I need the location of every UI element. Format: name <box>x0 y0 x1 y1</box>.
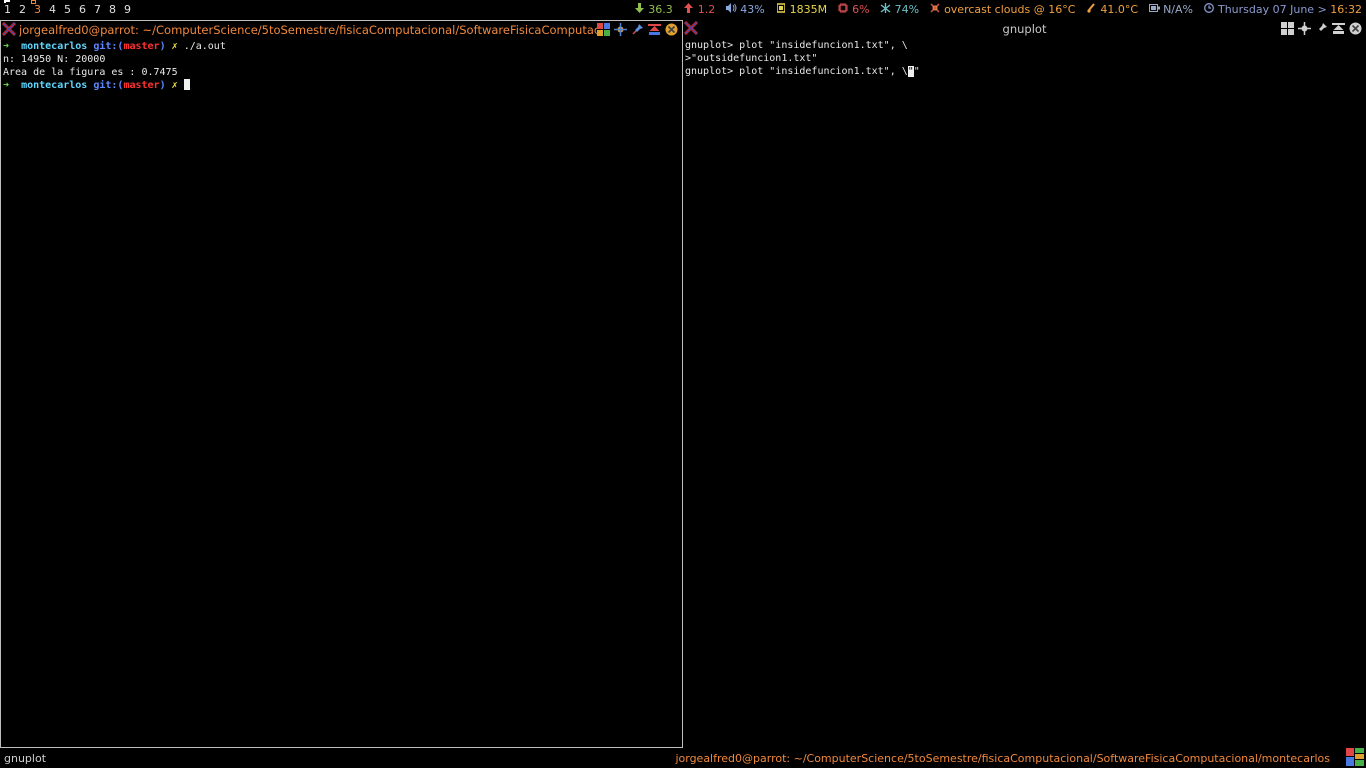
workspace-9[interactable]: 9 <box>124 3 139 16</box>
net-up-widget: 1.2 <box>683 3 716 16</box>
terminal-window-right[interactable]: gnuplot gnuplot> plot "insidefuncion1.tx… <box>683 20 1366 748</box>
maximize-icon[interactable] <box>1332 22 1345 35</box>
cpu-value: 6% <box>852 3 870 16</box>
window-titlebar[interactable]: jorgealfred0@parrot: ~/ComputerScience/5… <box>1 21 682 38</box>
workspace-7[interactable]: 7 <box>94 3 109 16</box>
pin-icon[interactable] <box>631 23 644 36</box>
terminal-cursor <box>183 79 190 90</box>
top-status-bar: 1 2 3 4 5 6 7 8 9 36.3 1.2 43% 1835M 6% … <box>0 0 1366 20</box>
cpu-icon <box>837 3 849 16</box>
battery-widget: N/A% <box>1148 3 1193 16</box>
terminal-output[interactable]: ➜ montecarlos git:(master) ✗ ./a.out n: 1… <box>3 40 226 92</box>
maximize-icon[interactable] <box>648 23 661 36</box>
terminal-line: gnuplot> plot "insidefuncion1.txt", \"" <box>685 65 920 78</box>
temperature-value: 41.0°C <box>1100 3 1139 16</box>
thermometer-icon <box>1085 3 1097 16</box>
window-titlebar[interactable]: gnuplot <box>683 20 1366 37</box>
gnuplot-input-text: gnuplot> plot "insidefuncion1.txt", \ <box>685 66 908 77</box>
focused-window-name: gnuplot <box>4 752 47 765</box>
workspace-8[interactable]: 8 <box>109 3 124 16</box>
clock-widget[interactable]: Thursday 07 June > 16:32 <box>1203 3 1362 16</box>
temperature-widget: 41.0°C <box>1085 3 1138 16</box>
upload-arrow-icon <box>683 3 695 16</box>
volume-widget[interactable]: 43% <box>725 3 765 16</box>
workspace-1[interactable]: 1 <box>4 3 19 16</box>
typed-command: ./a.out <box>183 41 226 52</box>
workspace-list: 1 2 3 4 5 6 7 8 9 <box>4 3 139 16</box>
terminal-line: gnuplot> plot "insidefuncion1.txt", \ <box>685 40 908 51</box>
bottom-status-bar: gnuplot jorgealfred0@parrot: ~/ComputerS… <box>0 748 1366 768</box>
window-title: jorgealfred0@parrot: ~/ComputerScience/5… <box>19 23 601 37</box>
prompt-dirty-mark: ✗ <box>171 80 178 91</box>
prompt-directory: montecarlos <box>21 41 88 52</box>
volume-value: 43% <box>740 3 765 16</box>
move-icon[interactable] <box>1298 22 1311 35</box>
layout-grid-icon[interactable] <box>597 23 610 36</box>
memory-widget: 1835M <box>775 3 828 16</box>
workspace-2[interactable]: 2 <box>19 3 34 16</box>
net-down-widget: 36.3 <box>633 3 673 16</box>
prompt-directory: montecarlos <box>21 80 88 91</box>
window-controls <box>1281 22 1362 35</box>
layout-grid-icon[interactable] <box>1281 22 1294 35</box>
window-controls <box>597 23 678 36</box>
pin-icon[interactable] <box>1315 22 1328 35</box>
memory-icon <box>775 3 787 16</box>
focused-window-title: jorgealfred0@parrot: ~/ComputerScience/5… <box>675 752 1330 765</box>
close-icon[interactable] <box>1349 22 1362 35</box>
window-title: gnuplot <box>1002 22 1047 36</box>
terminal-line: ➜ montecarlos git:(master) ✗ <box>3 79 226 92</box>
terminal-line: n: 14950 N: 20000 <box>3 54 106 65</box>
prompt-git-branch: master <box>123 80 160 91</box>
battery-icon <box>1148 4 1160 15</box>
speaker-icon <box>725 3 737 16</box>
gnuplot-output[interactable]: gnuplot> plot "insidefuncion1.txt", \ >"o… <box>685 39 920 78</box>
gnuplot-input-suffix: " <box>913 66 920 77</box>
prompt-arrow: ➜ <box>3 80 10 91</box>
weather-icon <box>929 3 941 16</box>
workspace-4[interactable]: 4 <box>49 3 64 16</box>
prompt-git-close: ) <box>159 41 166 52</box>
net-up-value: 1.2 <box>697 3 716 16</box>
download-arrow-icon <box>633 3 645 16</box>
net-down-value: 36.3 <box>648 3 673 16</box>
wifi-widget[interactable]: 74% <box>880 3 919 16</box>
prompt-arrow: ➜ <box>3 41 10 52</box>
wifi-value: 74% <box>894 3 920 16</box>
prompt-git-label: git:( <box>93 80 124 91</box>
prompt-dirty-mark: ✗ <box>171 41 178 52</box>
terminal-line: Area de la figura es : 0.7475 <box>3 67 178 78</box>
weather-value: overcast clouds @ 16°C <box>944 3 1076 16</box>
x-logo-icon[interactable] <box>2 22 16 36</box>
battery-value: N/A% <box>1163 3 1193 16</box>
weather-widget: overcast clouds @ 16°C <box>929 3 1075 16</box>
clock-icon <box>1203 3 1215 16</box>
terminal-line: ➜ montecarlos git:(master) ✗ ./a.out <box>3 40 226 53</box>
prompt-git-branch: master <box>123 41 160 52</box>
time-text: 16:32 <box>1330 3 1362 16</box>
date-text: Thursday 07 June > <box>1217 3 1327 16</box>
prompt-git-label: git:( <box>93 41 124 52</box>
move-icon[interactable] <box>614 23 627 36</box>
terminal-line: >"outsidefuncion1.txt" <box>685 53 818 64</box>
close-icon[interactable] <box>665 23 678 36</box>
wifi-icon <box>880 3 892 16</box>
layout-indicator-icon[interactable] <box>1346 748 1364 766</box>
workspace-3-active[interactable]: 3 <box>34 3 49 16</box>
memory-value: 1835M <box>789 3 828 16</box>
cpu-widget: 6% <box>837 3 870 16</box>
workspace-6[interactable]: 6 <box>79 3 94 16</box>
status-widgets: 36.3 1.2 43% 1835M 6% 74% overcast cloud… <box>623 3 1362 16</box>
workspace-5[interactable]: 5 <box>64 3 79 16</box>
prompt-git-close: ) <box>159 80 166 91</box>
terminal-window-left[interactable]: jorgealfred0@parrot: ~/ComputerScience/5… <box>0 20 683 748</box>
